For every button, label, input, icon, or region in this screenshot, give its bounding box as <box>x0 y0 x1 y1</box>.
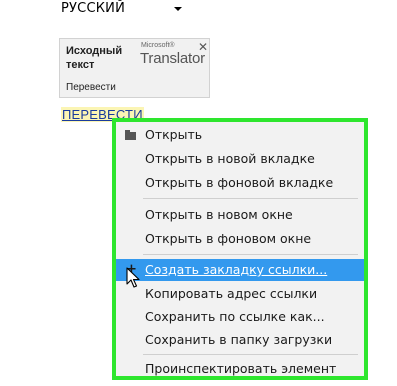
source-text-label: Исходный текст <box>66 45 123 71</box>
translate-button[interactable]: Перевести <box>66 82 116 93</box>
menu-item-label: Открыть в фоновой вкладке <box>145 175 334 190</box>
language-select-value: РУССКИЙ <box>61 1 125 16</box>
translator-popup: Исходный текст Microsoft® Translator ✕ П… <box>59 38 210 98</box>
menu-item-open-background-window[interactable]: Открыть в фоновом окне <box>116 228 364 250</box>
folder-icon <box>125 130 136 140</box>
menu-item-open-background-tab[interactable]: Открыть в фоновой вкладке <box>116 172 364 194</box>
close-icon[interactable]: ✕ <box>198 41 208 53</box>
menu-item-inspect-element[interactable]: Проинспектировать элемент <box>116 358 364 380</box>
menu-item-label: Копировать адрес ссылки <box>145 286 318 301</box>
chevron-down-icon[interactable] <box>174 7 182 11</box>
menu-item-label: Сохранить по ссылке как... <box>145 309 325 324</box>
microsoft-logo-text: Microsoft® <box>141 42 175 49</box>
menu-item-open[interactable]: Открыть <box>116 124 364 146</box>
menu-separator <box>143 354 358 355</box>
menu-item-save-to-downloads[interactable]: Сохранить в папку загрузки <box>116 329 364 351</box>
menu-item-label: Сохранить в папку загрузки <box>145 332 333 347</box>
menu-separator <box>143 198 358 199</box>
menu-item-label: Открыть в новом окне <box>145 207 293 222</box>
context-menu: Открыть Открыть в новой вкладке Открыть … <box>112 118 368 380</box>
language-select[interactable]: РУССКИЙ <box>58 0 186 17</box>
menu-item-save-link-as[interactable]: Сохранить по ссылке как... <box>116 306 364 328</box>
mouse-cursor-icon <box>126 267 140 288</box>
menu-item-label: Проинспектировать элемент <box>145 361 337 376</box>
translator-logo: Translator <box>140 50 205 67</box>
menu-item-open-new-window[interactable]: Открыть в новом окне <box>116 204 364 226</box>
menu-separator <box>143 254 358 255</box>
menu-item-copy-link[interactable]: Копировать адрес ссылки <box>116 283 364 305</box>
menu-item-open-new-tab[interactable]: Открыть в новой вкладке <box>116 148 364 170</box>
menu-item-label: Создать закладку ссылки... <box>145 262 328 277</box>
menu-item-label: Открыть в новой вкладке <box>145 151 315 166</box>
menu-item-label: Открыть <box>145 127 203 142</box>
menu-item-label: Открыть в фоновом окне <box>145 231 312 246</box>
menu-item-bookmark-link[interactable]: + Создать закладку ссылки... <box>116 259 364 281</box>
